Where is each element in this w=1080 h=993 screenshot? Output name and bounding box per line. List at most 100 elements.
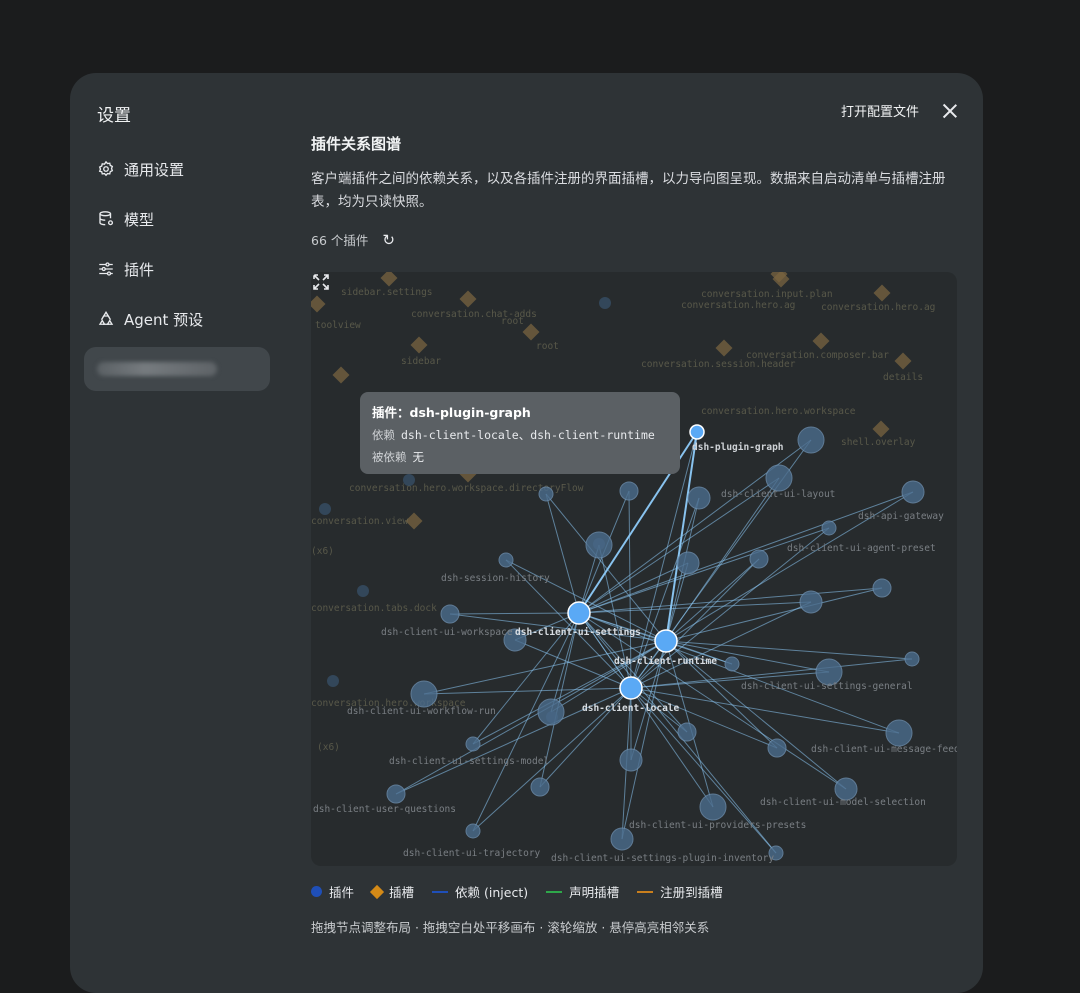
sidebar-item-label: 模型 xyxy=(124,210,155,229)
plugin-node xyxy=(821,520,837,536)
plugin-node xyxy=(440,604,460,624)
tooltip-deps: 依赖 dsh-client-locale、dsh-client-runtime xyxy=(372,427,668,443)
node-label: dsh-client-ui-model-selection xyxy=(760,797,926,808)
node-label: dsh-client-ui-message-feed xyxy=(811,744,957,755)
legend-plugin-swatch xyxy=(311,886,322,897)
plugin-node xyxy=(465,736,481,752)
sidebar-item-agent-presets[interactable]: Agent 预设 xyxy=(84,297,270,341)
node-label: dsh-client-ui-trajectory xyxy=(403,848,541,859)
slot-label: (x6) xyxy=(311,546,334,557)
slot-node xyxy=(380,272,398,287)
node-label: dsh-client-ui-settings-plugin-inventory xyxy=(551,853,774,864)
dialog-title: 设置 xyxy=(97,106,131,126)
tooltip-rdeps-value: 无 xyxy=(412,450,425,464)
section-description: 客户端插件之间的依赖关系，以及各插件注册的界面插槽，以力导向图呈现。数据来自启动… xyxy=(311,171,946,210)
node-label: dsh-client-ui-settings-general xyxy=(741,681,913,692)
plugin-node xyxy=(872,578,892,598)
slot-node xyxy=(873,284,891,302)
tooltip-deps-value: dsh-client-locale、dsh-client-runtime xyxy=(401,428,655,442)
sidebar-item-blurred-label xyxy=(97,362,217,376)
legend-label: 依赖 (inject) xyxy=(455,885,529,900)
plugin-node xyxy=(386,784,406,804)
slot-label: root xyxy=(536,341,559,352)
slot-label: root xyxy=(501,316,524,327)
slot-label: conversation.hero.ag xyxy=(821,302,935,313)
plugin-node xyxy=(677,722,697,742)
sidebar-item-plugins[interactable]: 插件 xyxy=(84,247,270,291)
tooltip-title: 插件：dsh-plugin-graph xyxy=(372,405,531,420)
slot-node xyxy=(522,323,540,341)
refresh-icon[interactable]: ↻ xyxy=(382,231,395,249)
plugin-node xyxy=(724,656,740,672)
tooltip-rdeps-key: 被依赖 xyxy=(372,450,407,464)
legend-dependency-swatch xyxy=(432,890,449,893)
plugin-node xyxy=(901,480,925,504)
gear-icon xyxy=(98,160,114,177)
legend-register-slot: 注册到插槽 xyxy=(637,882,723,901)
slot-node xyxy=(410,336,428,354)
node-label: dsh-client-ui-settings xyxy=(515,627,641,638)
slot-label: (x6) xyxy=(317,742,340,753)
graph-svg[interactable]: sidebar.settingsconversation.chat-addssi… xyxy=(311,272,957,866)
node-label: dsh-client-locale xyxy=(582,703,680,714)
sidebar-item-label: 插件 xyxy=(124,260,155,279)
dependency-edge xyxy=(545,493,580,614)
slot-label: conversation.hero.workspace xyxy=(701,406,856,417)
legend-register-swatch xyxy=(637,890,654,893)
legend-slot-swatch xyxy=(369,884,385,899)
plugin-node xyxy=(676,551,700,575)
background-node xyxy=(327,675,339,687)
plugin-node xyxy=(765,464,793,492)
legend-declare-swatch xyxy=(546,890,563,893)
plugin-graph-canvas[interactable]: sidebar.settings conversation.chat-adds si… xyxy=(311,272,957,866)
plugin-node xyxy=(610,827,634,851)
slot-label: conversation.hero.ag xyxy=(681,300,795,311)
open-config-button[interactable]: 打开配置文件 xyxy=(841,101,919,120)
node-label: dsh-plugin-graph xyxy=(692,442,784,453)
tooltip-rdeps: 被依赖无 xyxy=(372,449,668,465)
background-node xyxy=(319,503,331,515)
plugin-node xyxy=(699,793,727,821)
plugin-node xyxy=(687,486,711,510)
dependency-edge xyxy=(665,558,760,642)
dependency-edge xyxy=(578,527,830,614)
slot-label: details xyxy=(883,372,923,383)
plugin-node-hub xyxy=(654,629,678,653)
background-node xyxy=(357,585,369,597)
legend-label: 声明插槽 xyxy=(569,885,620,900)
plugin-node xyxy=(530,777,550,797)
legend-dependency: 依赖 (inject) xyxy=(432,882,528,901)
database-icon xyxy=(99,211,114,226)
expand-icon[interactable] xyxy=(311,272,331,292)
settings-dialog: 设置 打开配置文件 通用设置 模型 插件 Agent 预设 插件关系图谱 客户端… xyxy=(70,73,983,993)
background-node xyxy=(403,474,415,486)
sliders-icon xyxy=(99,262,113,276)
slot-node xyxy=(872,420,890,438)
node-label: dsh-session-history xyxy=(441,573,550,584)
sidebar-item-general[interactable]: 通用设置 xyxy=(84,147,270,191)
plugin-node xyxy=(538,486,554,502)
slot-label: sidebar.settings xyxy=(341,287,433,298)
node-label: dsh-client-user-questions xyxy=(313,804,456,815)
node-label: dsh-client-ui-workflow-run xyxy=(347,706,496,717)
close-icon[interactable] xyxy=(941,102,959,120)
sidebar-item-plugin-graph[interactable] xyxy=(84,347,270,391)
tooltip-deps-key: 依赖 xyxy=(372,428,395,442)
plugin-node xyxy=(585,531,613,559)
dependency-edge xyxy=(449,612,580,615)
plugin-node xyxy=(537,698,565,726)
node-label: dsh-client-ui-workspace xyxy=(381,627,513,638)
node-label: dsh-client-ui-layout xyxy=(721,489,835,500)
plugin-node-hub xyxy=(567,601,591,625)
recycle-icon xyxy=(98,310,114,325)
slot-label: conversation.tabs.dock xyxy=(311,603,437,614)
plugin-node xyxy=(799,590,823,614)
node-tooltip: 插件：dsh-plugin-graph 依赖 dsh-client-locale、… xyxy=(360,392,680,474)
plugin-node xyxy=(767,738,787,758)
sidebar-item-models[interactable]: 模型 xyxy=(84,197,270,241)
node-label: dsh-client-ui-providers-presets xyxy=(629,820,806,831)
slot-label: conversation.input.plan xyxy=(701,289,833,300)
plugin-node xyxy=(410,680,438,708)
plugin-node xyxy=(619,748,643,772)
interaction-hint: 拖拽节点调整布局 · 拖拽空白处平移画布 · 滚轮缩放 · 悬停高亮相邻关系 xyxy=(311,920,710,935)
